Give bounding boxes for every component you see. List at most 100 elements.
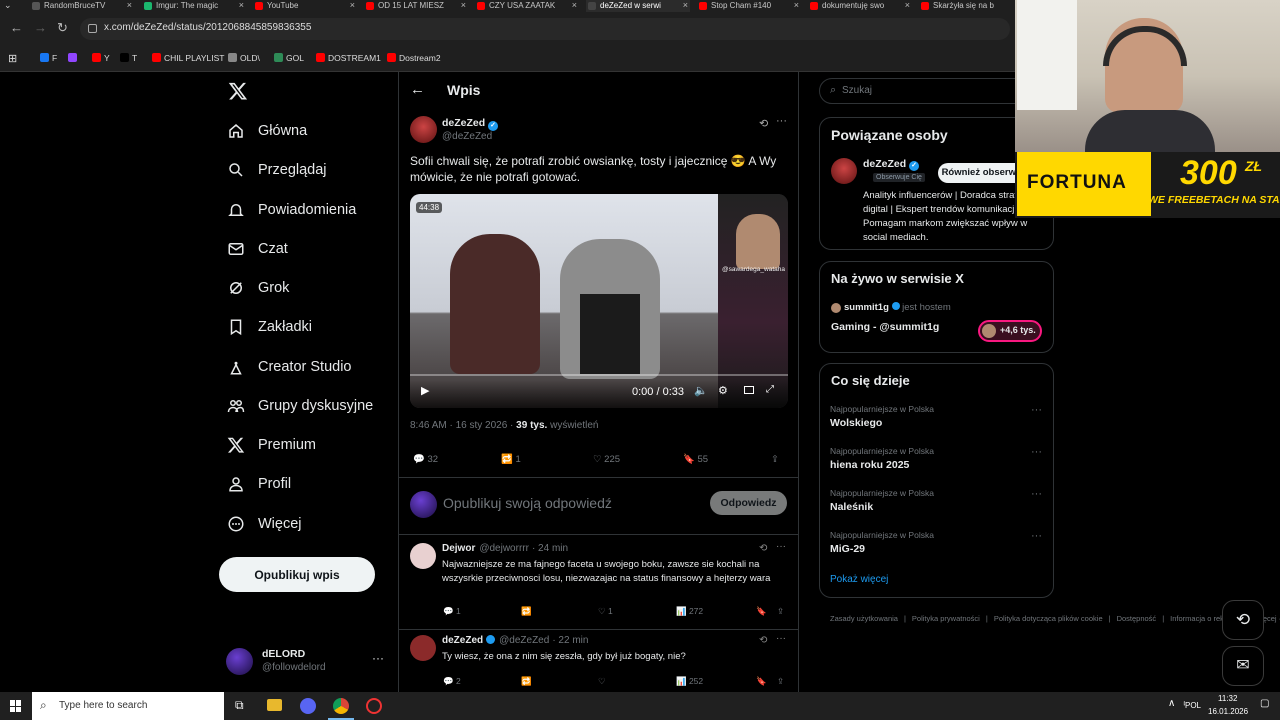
reply-action[interactable]: 💬 2 <box>443 676 461 687</box>
tab-list-chevron-icon[interactable]: ⌄ <box>4 0 12 11</box>
bookmark-item[interactable]: T <box>120 53 137 63</box>
browser-tab[interactable]: YouTube × <box>253 0 357 12</box>
repost-action[interactable]: 🔁 1 <box>501 454 521 465</box>
reply-author[interactable]: Dejwor <box>442 543 475 554</box>
language-indicator[interactable]: POL <box>1185 701 1202 710</box>
like-action[interactable]: ♡ 225 <box>593 454 620 465</box>
bookmark-item[interactable]: F <box>40 53 57 63</box>
tray-chevron-icon[interactable]: ∧ <box>1168 698 1175 709</box>
bookmark-item[interactable]: OLD\ <box>228 53 260 63</box>
trend-more-icon[interactable]: ··· <box>1031 488 1042 500</box>
notification-icon[interactable]: ▢ <box>1260 698 1269 709</box>
tab-close-icon[interactable]: × <box>127 0 132 11</box>
browser-tab[interactable]: OD 15 LAT MIESZ × <box>364 0 468 12</box>
share-icon[interactable]: ⇪ <box>771 454 779 465</box>
reply-avatar[interactable] <box>410 635 436 661</box>
sidebar-item-bell[interactable]: Powiadomienia <box>227 197 356 223</box>
browser-tab[interactable]: Stop Cham #140 × <box>697 0 801 12</box>
account-switcher[interactable]: dELORD @followdelord ··· <box>226 645 386 681</box>
like-action[interactable]: ♡ <box>598 676 606 687</box>
sidebar-item-bookmark[interactable]: Zakładki <box>227 314 312 340</box>
reply-button[interactable]: Odpowiedz <box>710 491 787 515</box>
play-icon[interactable]: ▶ <box>421 384 429 397</box>
browser-tab[interactable]: Skarżyła się na b× <box>919 0 1023 12</box>
reply-handle[interactable]: @dejworrrr <box>479 543 529 554</box>
windows-start-icon[interactable] <box>10 700 22 712</box>
related-avatar[interactable] <box>831 158 857 184</box>
sidebar-item-search[interactable]: Przeglądaj <box>227 157 327 183</box>
tab-close-icon[interactable]: × <box>683 0 688 11</box>
back-arrow-icon[interactable]: ← <box>410 81 425 98</box>
reply-item[interactable]: Dejwor @dejworrrr · 24 min ⟲ ··· Najwazniejsz… <box>399 538 798 630</box>
share-icon[interactable]: ⇪ <box>777 676 784 687</box>
grok-icon[interactable]: ⟲ <box>759 635 767 646</box>
settings-icon[interactable]: ⚙ <box>718 384 728 397</box>
reply-item[interactable]: deZeZed @deZeZed · 22 min ⟲ ··· Ty wiesz, że … <box>399 630 798 692</box>
sidebar-item-more[interactable]: Więcej <box>227 511 302 537</box>
tab-close-icon[interactable]: × <box>794 0 799 11</box>
trend-more-icon[interactable]: ··· <box>1031 446 1042 458</box>
browser-tab[interactable]: Imgur: The magic × <box>142 0 246 12</box>
browser-tab[interactable]: deZeZed w serwi × <box>586 0 690 12</box>
sidebar-item-profile[interactable]: Profil <box>227 471 291 497</box>
video-progress-bar[interactable] <box>410 374 788 376</box>
reply-action[interactable]: 💬 32 <box>413 454 438 465</box>
back-icon[interactable]: ← <box>10 20 23 35</box>
bookmark-item[interactable]: Y <box>92 53 110 63</box>
author-name[interactable]: deZeZed ✓ <box>442 117 499 131</box>
reply-author[interactable]: deZeZed <box>442 635 483 646</box>
live-listeners-pill[interactable]: +4,6 tys. <box>978 320 1042 342</box>
site-info-icon[interactable] <box>88 24 97 33</box>
x-logo-icon[interactable] <box>228 81 248 101</box>
clock-date[interactable]: 16.01.2026 <box>1208 707 1248 716</box>
sidebar-item-mail[interactable]: Czat <box>227 236 288 262</box>
post-button[interactable]: Opublikuj wpis <box>219 557 375 592</box>
repost-action[interactable]: 🔁 <box>521 676 532 687</box>
video-player[interactable]: 44:38 @sawardega_wataha ▶ 0:00 / 0:33 🔈 … <box>410 194 788 408</box>
forward-icon[interactable]: → <box>34 20 47 35</box>
browser-tab[interactable]: CZY USA ZAATAK × <box>475 0 579 12</box>
bookmark-item[interactable] <box>68 53 80 63</box>
tab-close-icon[interactable]: × <box>239 0 244 11</box>
reply-time[interactable]: · 22 min <box>552 635 588 646</box>
live-space-title[interactable]: Gaming - @summit1g <box>831 321 939 333</box>
trend-item[interactable]: hiena roku 2025 <box>830 459 909 471</box>
sidebar-item-home[interactable]: Główna <box>227 118 307 144</box>
tab-close-icon[interactable]: × <box>572 0 577 11</box>
footer-link[interactable]: Polityka dotycząca plików cookie <box>994 614 1103 623</box>
app-icon-2[interactable] <box>366 698 382 714</box>
tab-close-icon[interactable]: × <box>461 0 466 11</box>
sidebar-item-creator[interactable]: Creator Studio <box>227 354 352 380</box>
footer-link[interactable]: Dostępność <box>1117 614 1157 623</box>
more-options-icon[interactable]: ··· <box>776 541 786 552</box>
live-host[interactable]: summit1g jest hostem <box>844 302 951 313</box>
views-action[interactable]: 📊 272 <box>676 606 703 617</box>
messages-float-button[interactable]: ✉ <box>1222 646 1264 686</box>
trend-item[interactable]: Naleśnik <box>830 501 873 513</box>
bookmark-action[interactable]: 🔖 55 <box>683 454 708 465</box>
sidebar-item-groups[interactable]: Grupy dyskusyjne <box>227 393 373 419</box>
reply-time[interactable]: · 24 min <box>532 543 568 554</box>
sidebar-item-grok[interactable]: Grok <box>227 275 289 301</box>
bookmark-item[interactable]: Dostream2 <box>387 53 441 63</box>
pip-icon[interactable] <box>744 386 754 394</box>
grok-icon[interactable]: ⟲ <box>759 117 768 130</box>
more-options-icon[interactable]: ··· <box>776 115 787 127</box>
more-options-icon[interactable]: ··· <box>776 633 786 644</box>
trend-item[interactable]: MiG-29 <box>830 543 865 555</box>
bookmark-icon[interactable]: 🔖 <box>756 606 767 617</box>
task-view-icon[interactable]: ⧉ <box>235 698 244 713</box>
trend-item[interactable]: Wolskiego <box>830 417 882 429</box>
bookmark-icon[interactable]: 🔖 <box>756 676 767 687</box>
browser-tab[interactable]: RandomBruceTV × <box>30 0 134 12</box>
reply-handle[interactable]: @deZeZed <box>499 635 549 646</box>
tab-close-icon[interactable]: × <box>350 0 355 11</box>
file-explorer-icon[interactable] <box>267 699 282 711</box>
bookmark-item[interactable]: DOSTREAM1 <box>316 53 381 63</box>
share-icon[interactable]: ⇪ <box>777 606 784 617</box>
chrome-icon[interactable] <box>333 698 349 714</box>
volume-icon[interactable]: 🔈 <box>694 384 708 397</box>
trend-more-icon[interactable]: ··· <box>1031 530 1042 542</box>
trend-more-icon[interactable]: ··· <box>1031 404 1042 416</box>
views-action[interactable]: 📊 252 <box>676 676 703 687</box>
